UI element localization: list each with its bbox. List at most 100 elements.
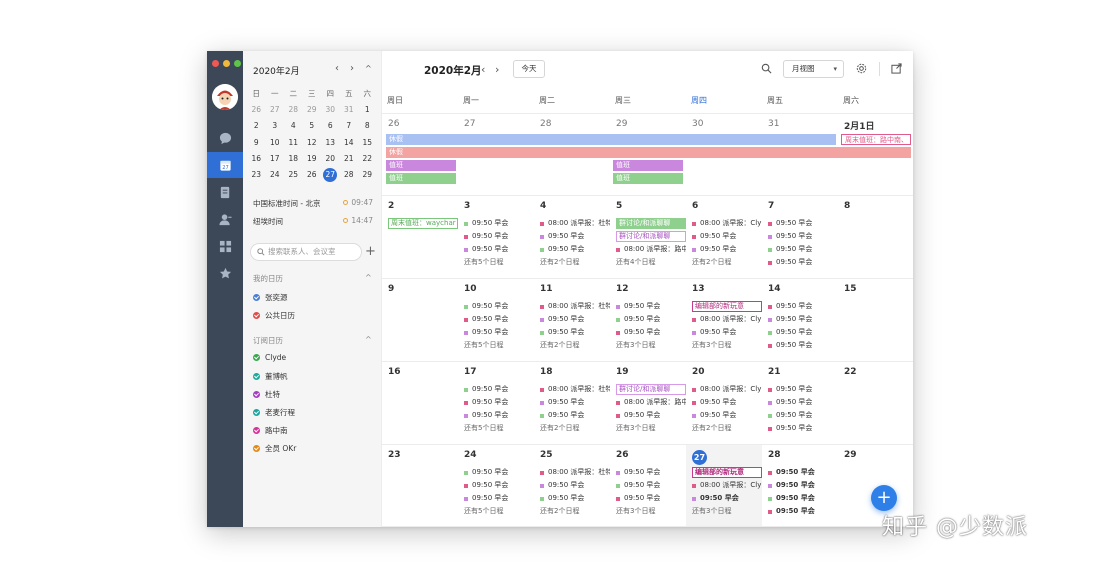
checkbox-icon[interactable] bbox=[253, 294, 260, 301]
mini-day[interactable]: 30 bbox=[321, 105, 340, 114]
day-cell[interactable]: 12 09:50 早会 09:50 早会 09:50 早会 还有3个日程 bbox=[610, 279, 686, 361]
chevron-up-icon[interactable]: ^ bbox=[365, 335, 372, 344]
more-events-link[interactable]: 还有3个日程 bbox=[616, 506, 655, 516]
mini-day[interactable]: 28 bbox=[340, 170, 359, 179]
event-item[interactable]: 09:50 早会 bbox=[540, 480, 610, 491]
event-item[interactable]: 08:00 派早报：Cly bbox=[692, 218, 762, 229]
event-item[interactable]: 09:50 早会 bbox=[464, 493, 534, 504]
mini-day[interactable]: 12 bbox=[303, 138, 322, 147]
event-item[interactable]: 09:50 早会 bbox=[692, 397, 762, 408]
day-cell[interactable]: 13 编辑部的新玩意 08:00 派早报：Cly 09:50 早会 还有3个日程 bbox=[686, 279, 762, 361]
event-item[interactable]: 08:00 派早报：杜特 bbox=[540, 467, 610, 478]
calendar-list-item[interactable]: 董博帆 bbox=[253, 371, 288, 382]
day-cell[interactable]: 26 09:50 早会 09:50 早会 09:50 早会 还有3个日程 bbox=[610, 445, 686, 526]
event-item[interactable]: 09:50 早会 bbox=[616, 301, 686, 312]
mini-day[interactable]: 5 bbox=[303, 121, 322, 130]
search-icon[interactable] bbox=[761, 63, 772, 74]
mini-prev-month-icon[interactable]: ‹ bbox=[335, 63, 339, 74]
close-window-button[interactable] bbox=[212, 60, 219, 67]
calendar-nav-icon[interactable]: 27 bbox=[207, 152, 243, 178]
all-day-event[interactable]: 休假 bbox=[386, 147, 911, 158]
calendar-list-item[interactable]: 老麦行程 bbox=[253, 407, 295, 418]
event-item[interactable]: 08:00 派早报：杜特 bbox=[540, 301, 610, 312]
checkbox-icon[interactable] bbox=[253, 427, 260, 434]
event-item[interactable]: 09:50 早会 bbox=[464, 410, 534, 421]
mini-day[interactable]: 27 bbox=[321, 167, 340, 182]
all-day-event[interactable]: 休假 bbox=[386, 134, 836, 145]
mini-day[interactable]: 24 bbox=[266, 170, 285, 179]
calendar-list-item[interactable]: 全员 OKr bbox=[253, 443, 296, 454]
calendar-list-item[interactable]: 公共日历 bbox=[253, 310, 295, 321]
gear-icon[interactable] bbox=[856, 63, 867, 74]
chevron-up-icon[interactable]: ^ bbox=[365, 273, 372, 282]
mini-day[interactable]: 29 bbox=[303, 105, 322, 114]
event-item[interactable]: 09:50 早会 bbox=[768, 423, 838, 434]
event-item[interactable]: 09:50 早会 bbox=[768, 244, 838, 255]
checkbox-icon[interactable] bbox=[253, 312, 260, 319]
day-cell[interactable]: 9 bbox=[382, 279, 458, 361]
day-cell[interactable]: 19 群讨论/和派聊聊 08:00 派早报：路中 09:50 早会 还有3个日程 bbox=[610, 362, 686, 444]
day-cell[interactable]: 7 09:50 早会 09:50 早会 09:50 早会 09:50 早会 bbox=[762, 196, 838, 278]
more-events-link[interactable]: 还有2个日程 bbox=[692, 257, 731, 267]
event-item[interactable]: 09:50 早会 bbox=[540, 410, 610, 421]
more-events-link[interactable]: 还有5个日程 bbox=[464, 257, 503, 267]
event-item[interactable]: 09:50 早会 bbox=[768, 218, 838, 229]
event-item[interactable]: 09:50 早会 bbox=[540, 244, 610, 255]
event-item[interactable]: 09:50 早会 bbox=[464, 467, 534, 478]
mini-day[interactable]: 18 bbox=[284, 154, 303, 163]
mini-day[interactable]: 23 bbox=[247, 170, 266, 179]
event-item[interactable]: 09:50 早会 bbox=[692, 244, 762, 255]
event-item[interactable]: 08:00 派早报：杜特 bbox=[540, 218, 610, 229]
event-item[interactable]: 08:00 派早报：Cly bbox=[692, 480, 762, 491]
day-cell[interactable]: 20 08:00 派早报：Cly 09:50 早会 09:50 早会 还有2个日程 bbox=[686, 362, 762, 444]
event-chip[interactable]: 群讨论/和派聊聊 bbox=[616, 218, 686, 229]
minimize-window-button[interactable] bbox=[223, 60, 230, 67]
more-events-link[interactable]: 还有2个日程 bbox=[692, 423, 731, 433]
all-day-event[interactable]: 值班 bbox=[386, 160, 456, 171]
event-item[interactable]: 09:50 早会 bbox=[540, 231, 610, 242]
checkbox-icon[interactable] bbox=[253, 354, 260, 361]
mini-day[interactable]: 14 bbox=[340, 138, 359, 147]
mini-day[interactable]: 17 bbox=[266, 154, 285, 163]
event-item[interactable]: 09:50 早会 bbox=[768, 231, 838, 242]
checkbox-icon[interactable] bbox=[253, 391, 260, 398]
event-item[interactable]: 09:50 早会 bbox=[616, 327, 686, 338]
day-cell[interactable]: 28 09:50 早会 09:50 早会 09:50 早会 09:50 早会 bbox=[762, 445, 838, 526]
favorites-star-icon[interactable] bbox=[207, 260, 243, 286]
more-events-link[interactable]: 还有2个日程 bbox=[540, 423, 579, 433]
mini-day[interactable]: 19 bbox=[303, 154, 322, 163]
event-item[interactable]: 09:50 早会 bbox=[768, 410, 838, 421]
event-item[interactable]: 08:00 派早报：Cly bbox=[692, 384, 762, 395]
event-item[interactable]: 09:50 早会 bbox=[692, 231, 762, 242]
event-item[interactable]: 09:50 早会 bbox=[540, 493, 610, 504]
event-item[interactable]: 08:00 派早报：路中 bbox=[616, 397, 686, 408]
day-cell[interactable]: 5 群讨论/和派聊聊 群讨论/和派聊聊 08:00 派早报：路中 还有4个日程 bbox=[610, 196, 686, 278]
day-cell[interactable]: 18 08:00 派早报：杜特 09:50 早会 09:50 早会 还有2个日程 bbox=[534, 362, 610, 444]
mini-day[interactable]: 6 bbox=[321, 121, 340, 130]
mini-day[interactable]: 26 bbox=[303, 170, 322, 179]
mini-day[interactable]: 9 bbox=[247, 138, 266, 147]
mini-day[interactable]: 28 bbox=[284, 105, 303, 114]
day-cell[interactable]: 11 08:00 派早报：杜特 09:50 早会 09:50 早会 还有2个日程 bbox=[534, 279, 610, 361]
day-cell[interactable]: 14 09:50 早会 09:50 早会 09:50 早会 09:50 早会 bbox=[762, 279, 838, 361]
event-item[interactable]: 09:50 早会 bbox=[540, 397, 610, 408]
mini-day[interactable]: 27 bbox=[266, 105, 285, 114]
export-icon[interactable] bbox=[891, 63, 902, 74]
day-cell[interactable]: 10 09:50 早会 09:50 早会 09:50 早会 还有5个日程 bbox=[458, 279, 534, 361]
mini-day[interactable]: 15 bbox=[358, 138, 377, 147]
day-cell[interactable]: 6 08:00 派早报：Cly 09:50 早会 09:50 早会 还有2个日程 bbox=[686, 196, 762, 278]
event-item[interactable]: 09:50 早会 bbox=[464, 231, 534, 242]
day-cell[interactable]: 25 08:00 派早报：杜特 09:50 早会 09:50 早会 还有2个日程 bbox=[534, 445, 610, 526]
mini-day[interactable]: 26 bbox=[247, 105, 266, 114]
event-item[interactable]: 09:50 早会 bbox=[616, 410, 686, 421]
day-cell[interactable]: 23 bbox=[382, 445, 458, 526]
mini-day[interactable]: 10 bbox=[266, 138, 285, 147]
avatar[interactable] bbox=[212, 84, 238, 110]
event-item[interactable]: 09:50 早会 bbox=[768, 301, 838, 312]
mini-day[interactable]: 25 bbox=[284, 170, 303, 179]
calendar-list-item[interactable]: 路中南 bbox=[253, 425, 288, 436]
more-events-link[interactable]: 还有5个日程 bbox=[464, 340, 503, 350]
more-events-link[interactable]: 还有3个日程 bbox=[692, 340, 731, 350]
calendar-list-item[interactable]: Clyde bbox=[253, 353, 286, 362]
mini-day[interactable]: 11 bbox=[284, 138, 303, 147]
